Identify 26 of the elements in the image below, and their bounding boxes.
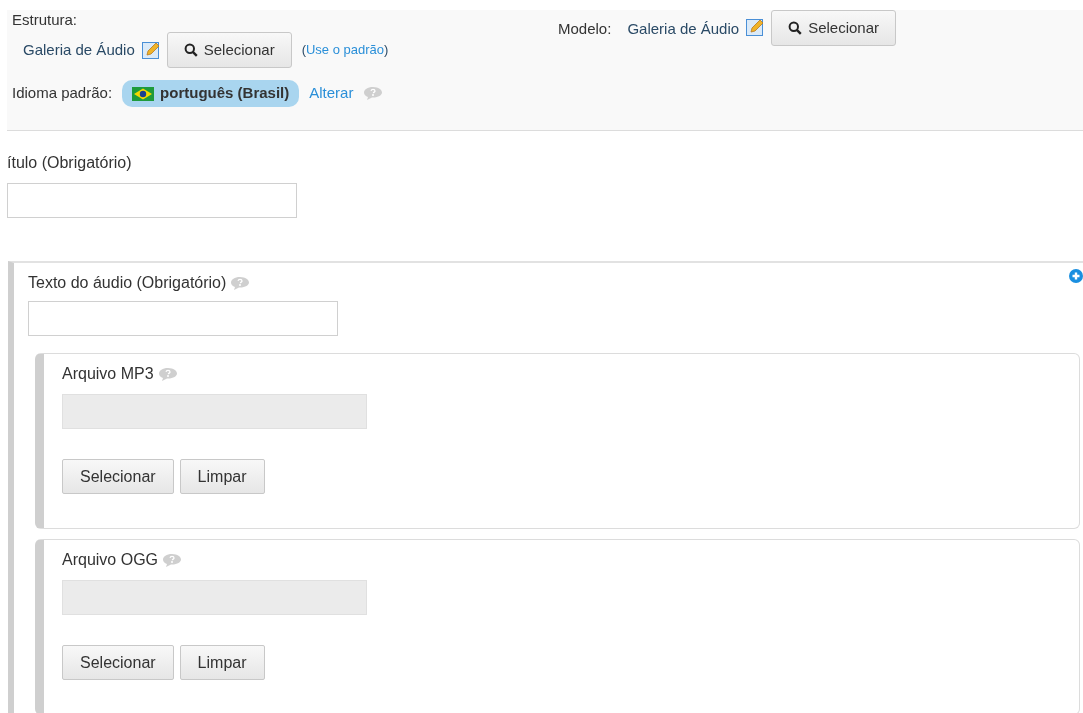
- search-icon: [788, 21, 803, 35]
- brazil-flag-icon: [132, 86, 155, 101]
- help-icon[interactable]: [162, 552, 183, 568]
- parenthesis: (: [301, 41, 306, 60]
- select-button[interactable]: Selecionar: [166, 32, 292, 68]
- file-label: Arquivo MP3: [62, 364, 154, 384]
- language-badge: português (Brasil): [122, 80, 300, 107]
- structure-label: Estrutura:: [12, 11, 79, 28]
- structure-value: Galeria de Áudio: [23, 39, 135, 60]
- parenthesis: ): [384, 41, 389, 60]
- template-value: Galeria de Áudio: [627, 19, 740, 39]
- edit-icon[interactable]: [745, 17, 766, 37]
- title-field[interactable]: [7, 183, 297, 218]
- audio-text-field[interactable]: [28, 301, 338, 336]
- template-label: Modelo:: [558, 19, 612, 39]
- help-icon[interactable]: [157, 366, 178, 382]
- add-icon[interactable]: [1069, 269, 1083, 283]
- language-label: Idioma padrão:: [12, 83, 113, 104]
- help-icon[interactable]: [363, 86, 384, 101]
- search-icon: [183, 43, 198, 57]
- select-button[interactable]: Selecionar: [771, 10, 896, 46]
- help-icon[interactable]: [230, 275, 251, 291]
- audio-text-label: Texto do áudio (Obrigatório): [28, 273, 227, 293]
- file-label: Arquivo OGG: [62, 550, 159, 570]
- edit-icon[interactable]: [140, 40, 161, 60]
- title-label: ítulo (Obrigatório): [7, 153, 132, 173]
